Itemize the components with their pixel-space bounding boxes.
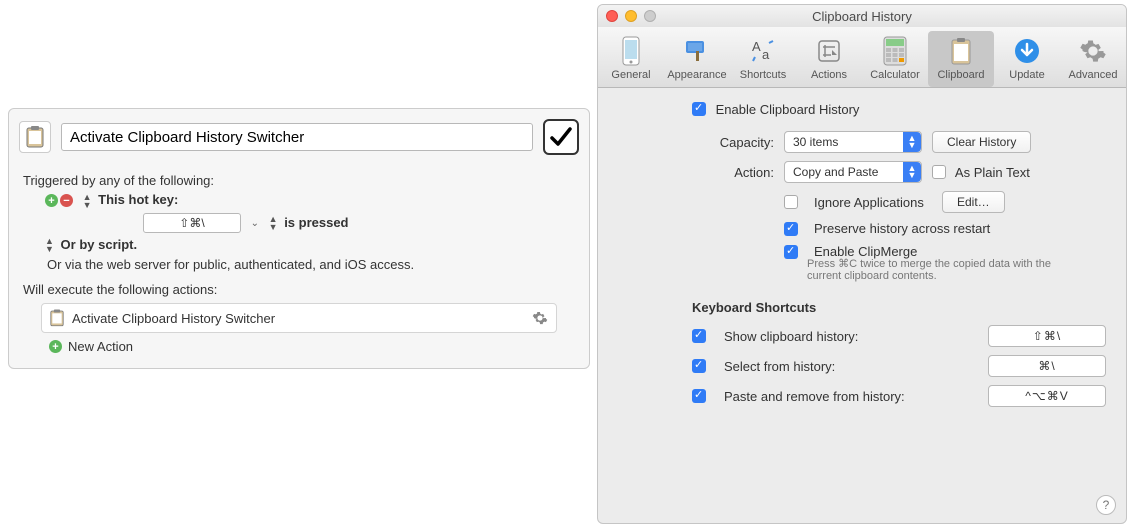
paste-remove-shortcut[interactable]: ^⌥⌘V: [988, 385, 1106, 407]
capacity-select[interactable]: 30 items ▲▼: [784, 131, 922, 153]
as-plain-text-checkbox[interactable]: [932, 165, 946, 179]
clipboard-icon: [50, 309, 64, 327]
reorder-icon[interactable]: ▲▼: [45, 237, 54, 253]
will-execute-label: Will execute the following actions:: [23, 282, 575, 297]
clipboard-icon: [945, 35, 977, 67]
preferences-toolbar: General Appearance Aa Shortcuts Actions …: [598, 27, 1126, 88]
is-pressed-label[interactable]: is pressed: [284, 215, 348, 230]
window-title: Clipboard History: [598, 9, 1126, 24]
calculator-icon: [879, 35, 911, 67]
ignore-apps-checkbox[interactable]: [784, 195, 798, 209]
preserve-history-checkbox[interactable]: [784, 222, 798, 236]
action-select[interactable]: Copy and Paste ▲▼: [784, 161, 922, 183]
action-label: Activate Clipboard History Switcher: [72, 311, 275, 326]
tab-actions[interactable]: Actions: [796, 31, 862, 87]
preferences-window: Clipboard History General Appearance Aa …: [597, 4, 1127, 524]
hotkey-field[interactable]: ⇧⌘\: [143, 213, 241, 233]
tab-general[interactable]: General: [598, 31, 664, 87]
preserve-history-label: Preserve history across restart: [814, 221, 990, 236]
reorder-icon[interactable]: ▲▼: [83, 193, 92, 209]
clipmerge-hint: Press ⌘C twice to merge the copied data …: [807, 257, 1087, 282]
show-history-label: Show clipboard history:: [724, 329, 976, 344]
help-button[interactable]: ?: [1096, 495, 1116, 515]
tab-update[interactable]: Update: [994, 31, 1060, 87]
or-via-web-label: Or via the web server for public, authen…: [23, 257, 575, 272]
tab-advanced[interactable]: Advanced: [1060, 31, 1126, 87]
edit-ignore-apps-button[interactable]: Edit…: [942, 191, 1005, 213]
chevron-down-icon[interactable]: ⌄: [251, 218, 259, 229]
keyboard-shortcuts-header: Keyboard Shortcuts: [692, 300, 1106, 315]
action-label: Action:: [618, 165, 774, 180]
select-history-checkbox[interactable]: [692, 359, 706, 373]
reorder-icon[interactable]: ▲▼: [269, 215, 278, 231]
clear-history-button[interactable]: Clear History: [932, 131, 1031, 153]
triggered-by-label: Triggered by any of the following:: [23, 173, 575, 188]
add-action-button[interactable]: +: [49, 340, 62, 353]
svg-text:a: a: [762, 47, 770, 62]
chevron-updown-icon: ▲▼: [903, 132, 921, 152]
clipmerge-checkbox[interactable]: [784, 245, 798, 259]
enable-history-label: Enable Clipboard History: [716, 102, 860, 117]
select-history-label: Select from history:: [724, 359, 976, 374]
new-action-label[interactable]: New Action: [68, 339, 133, 354]
remove-trigger-button[interactable]: −: [60, 194, 73, 207]
tab-appearance[interactable]: Appearance: [664, 31, 730, 87]
tab-calculator[interactable]: Calculator: [862, 31, 928, 87]
svg-text:A: A: [752, 39, 761, 54]
capacity-label: Capacity:: [618, 135, 774, 150]
update-icon: [1011, 35, 1043, 67]
paste-remove-checkbox[interactable]: [692, 389, 706, 403]
paint-icon: [681, 35, 713, 67]
add-trigger-button[interactable]: +: [45, 194, 58, 207]
or-by-script-label: Or by script.: [61, 237, 138, 252]
show-history-shortcut[interactable]: ⇧⌘\: [988, 325, 1106, 347]
clipboard-icon: [19, 121, 51, 153]
ignore-apps-label: Ignore Applications: [814, 195, 930, 210]
select-history-shortcut[interactable]: ⌘\: [988, 355, 1106, 377]
macro-editor-panel: Triggered by any of the following: + − ▲…: [8, 108, 590, 369]
gear-icon[interactable]: [532, 310, 548, 326]
show-history-checkbox[interactable]: [692, 329, 706, 343]
enable-history-checkbox[interactable]: [692, 102, 706, 116]
gear-icon: [1077, 35, 1109, 67]
enabled-toggle[interactable]: [543, 119, 579, 155]
shortcuts-icon: Aa: [747, 35, 779, 67]
action-row[interactable]: Activate Clipboard History Switcher: [41, 303, 557, 333]
phone-icon: [615, 35, 647, 67]
actions-icon: [813, 35, 845, 67]
hotkey-trigger-label: This hot key:: [98, 192, 178, 207]
tab-clipboard[interactable]: Clipboard: [928, 31, 994, 87]
chevron-updown-icon: ▲▼: [903, 162, 921, 182]
as-plain-text-label: As Plain Text: [955, 165, 1030, 180]
paste-remove-label: Paste and remove from history:: [724, 389, 976, 404]
tab-shortcuts[interactable]: Aa Shortcuts: [730, 31, 796, 87]
macro-title-input[interactable]: [61, 123, 533, 151]
